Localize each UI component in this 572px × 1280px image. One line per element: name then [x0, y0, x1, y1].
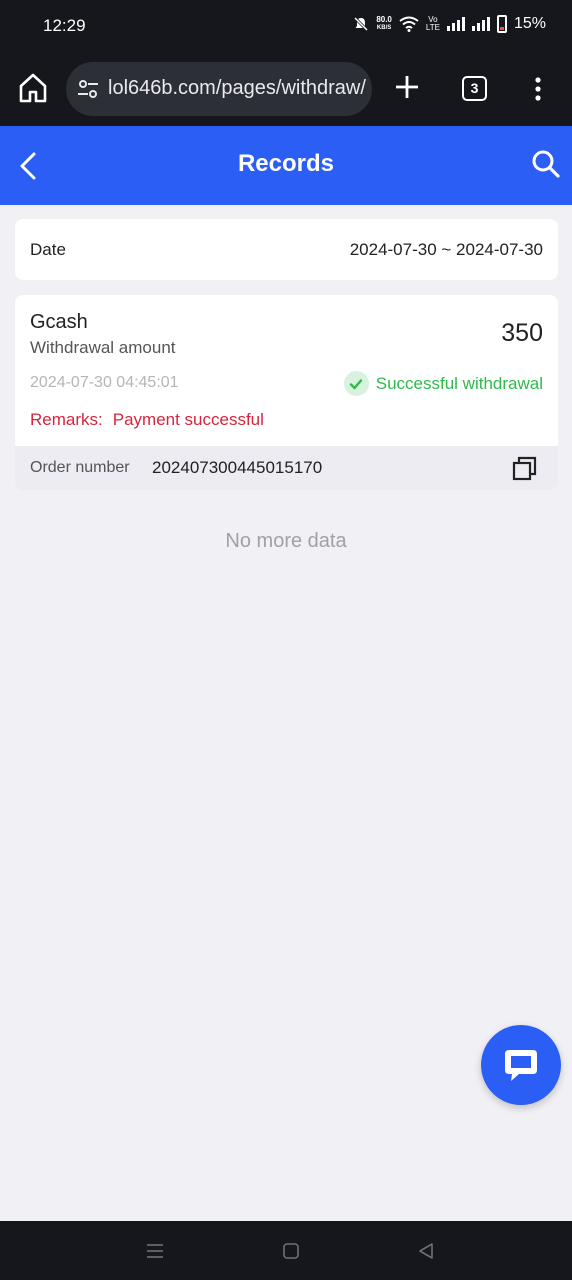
mute-icon — [354, 16, 369, 32]
back-nav-icon[interactable] — [416, 1241, 436, 1261]
copy-icon[interactable] — [512, 456, 538, 482]
order-number-label: Order number — [30, 459, 130, 476]
new-tab-icon[interactable] — [392, 72, 422, 102]
site-settings-icon[interactable] — [76, 77, 100, 101]
withdrawal-record-card: Gcash Withdrawal amount 350 2024-07-30 0… — [15, 295, 558, 490]
wifi-icon — [399, 16, 419, 32]
net-speed: 80.0 KB/S — [376, 16, 392, 32]
battery-icon — [496, 15, 507, 33]
url-text[interactable]: lol646b.com/pages/withdraw/ — [108, 77, 366, 100]
list-end-message: No more data — [225, 530, 347, 552]
battery-level: 15% — [513, 15, 546, 32]
home-icon[interactable] — [16, 71, 50, 105]
volte-bottom: LTE — [425, 23, 440, 32]
volte-indicator: Vo LTE — [426, 16, 440, 32]
order-number-row: Order number 202407300445015170 — [15, 446, 558, 490]
record-timestamp: 2024-07-30 04:45:01 — [30, 374, 179, 391]
net-speed-value: 80.0 — [376, 15, 392, 24]
browser-toolbar: lol646b.com/pages/withdraw/ 3 — [0, 52, 572, 126]
status-badge: Successful withdrawal — [343, 371, 543, 396]
search-icon[interactable] — [530, 148, 562, 180]
signal-icon — [471, 17, 490, 31]
withdrawal-amount: 350 — [501, 319, 543, 347]
date-label: Date — [30, 240, 66, 259]
status-icons: 80.0 KB/S Vo LTE 15% — [353, 15, 546, 33]
order-number-value: 202407300445015170 — [152, 458, 323, 477]
status-time: 12:29 — [43, 16, 86, 35]
system-nav-bar — [0, 1221, 572, 1280]
page-title: Records — [237, 150, 335, 177]
remarks: Remarks: Payment successful — [30, 410, 264, 430]
customer-service-button[interactable] — [481, 1025, 561, 1105]
home-nav-icon[interactable] — [281, 1241, 301, 1261]
status-text: Successful withdrawal — [375, 373, 543, 393]
check-circle-icon — [343, 371, 369, 396]
chat-bubble-icon — [505, 1050, 537, 1081]
signal-icon — [446, 17, 465, 31]
date-range-value[interactable]: 2024-07-30 ~ 2024-07-30 — [350, 240, 543, 260]
app-header: Records — [0, 126, 572, 205]
more-menu-icon[interactable] — [528, 75, 548, 103]
date-filter[interactable]: Date 2024-07-30 ~ 2024-07-30 — [15, 219, 558, 280]
recent-apps-icon[interactable] — [145, 1241, 165, 1261]
remarks-label: Remarks: — [30, 410, 103, 429]
amount-label: Withdrawal amount — [30, 338, 176, 357]
remarks-value: Payment successful — [112, 410, 264, 429]
net-speed-unit: KB/S — [376, 25, 392, 31]
tab-switcher-button[interactable]: 3 — [462, 76, 487, 101]
payment-method: Gcash — [30, 311, 88, 333]
address-bar[interactable]: lol646b.com/pages/withdraw/ — [66, 62, 372, 116]
status-bar: 12:29 80.0 KB/S Vo LTE 15% — [0, 0, 572, 52]
